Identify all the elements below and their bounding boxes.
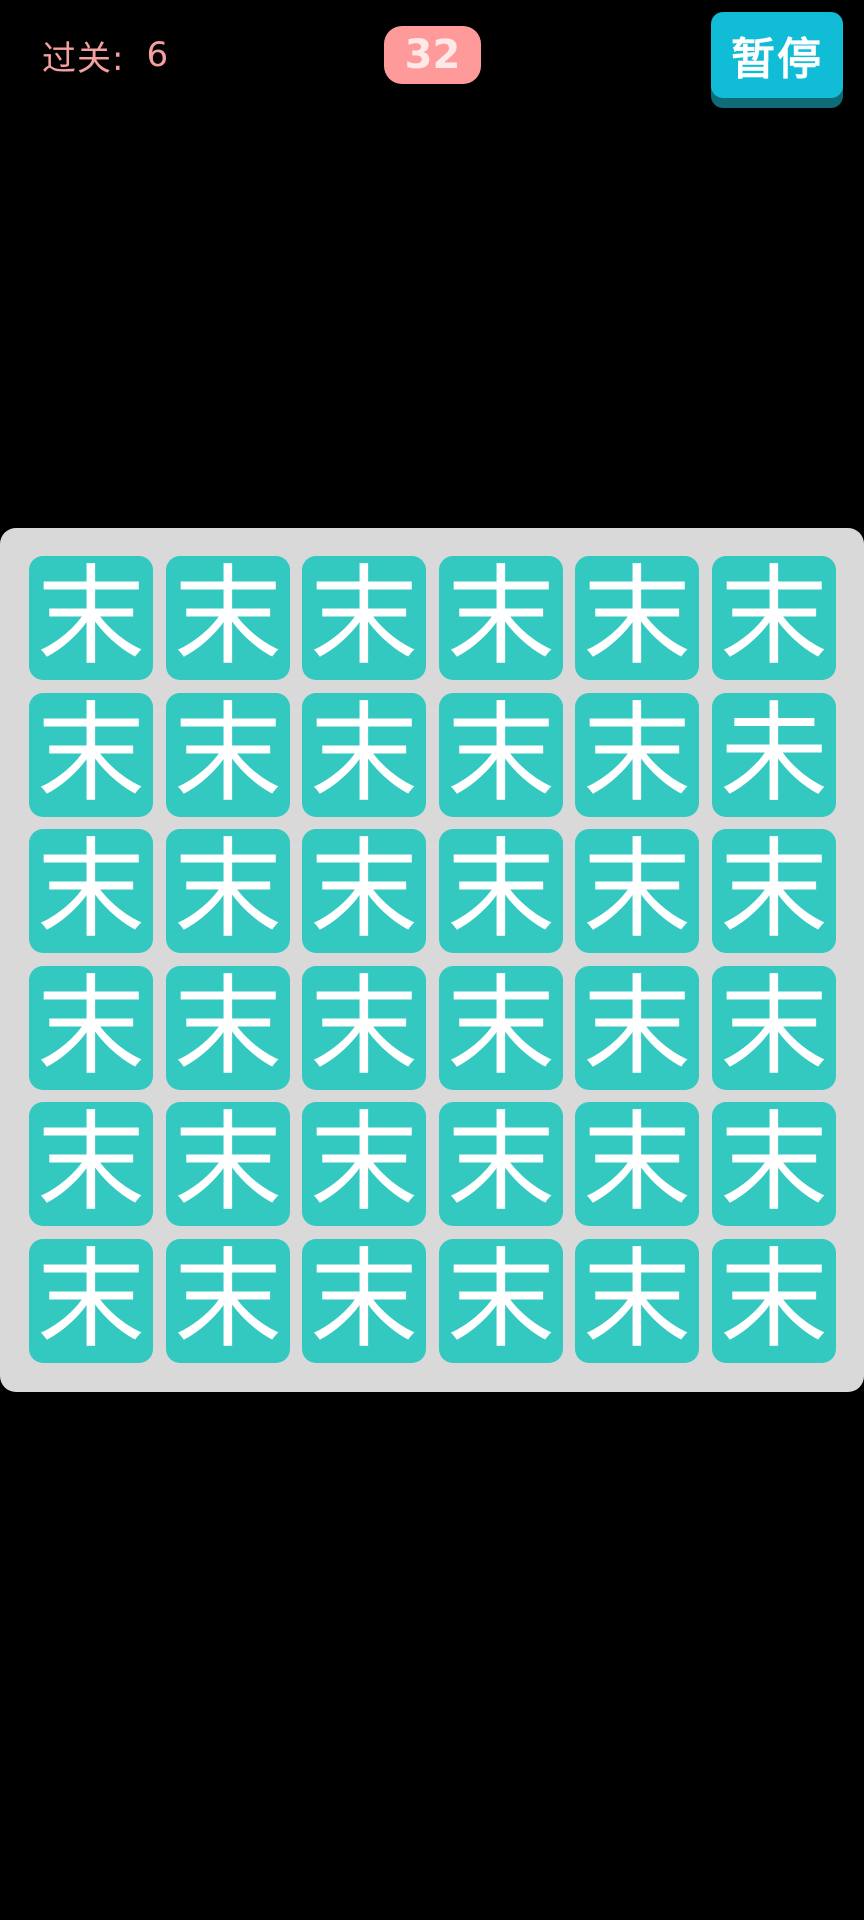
level-indicator: 过关: 6: [42, 28, 169, 82]
grid-tile[interactable]: 末: [712, 829, 836, 953]
grid-tile[interactable]: 末: [29, 1239, 153, 1363]
grid-tile[interactable]: 末: [29, 693, 153, 817]
grid-tile[interactable]: 末: [712, 966, 836, 1090]
grid-tile[interactable]: 末: [302, 556, 426, 680]
pause-button[interactable]: 暂停: [711, 12, 843, 98]
grid-tile[interactable]: 末: [166, 1102, 290, 1226]
grid-tile[interactable]: 末: [439, 1239, 563, 1363]
grid-tile[interactable]: 末: [166, 1239, 290, 1363]
grid-tile[interactable]: 末: [575, 1102, 699, 1226]
grid-tile[interactable]: 末: [575, 1239, 699, 1363]
grid-tile[interactable]: 未: [712, 693, 836, 817]
countdown-timer: 32: [384, 26, 481, 84]
grid-tile[interactable]: 末: [302, 829, 426, 953]
grid-tile[interactable]: 末: [575, 966, 699, 1090]
grid-tile[interactable]: 末: [439, 693, 563, 817]
grid-tile[interactable]: 末: [29, 829, 153, 953]
grid-tile[interactable]: 末: [712, 1102, 836, 1226]
grid-tile[interactable]: 末: [302, 966, 426, 1090]
grid-tile[interactable]: 末: [575, 829, 699, 953]
level-label: 过关:: [42, 38, 125, 79]
grid-tile[interactable]: 末: [712, 556, 836, 680]
grid-tile[interactable]: 末: [302, 1239, 426, 1363]
grid-tile[interactable]: 末: [439, 556, 563, 680]
grid-tile[interactable]: 末: [302, 1102, 426, 1226]
grid-tile[interactable]: 末: [439, 829, 563, 953]
grid-tile[interactable]: 末: [166, 556, 290, 680]
grid-tile[interactable]: 末: [166, 966, 290, 1090]
grid-tile[interactable]: 末: [439, 1102, 563, 1226]
grid-tile[interactable]: 末: [575, 693, 699, 817]
grid-tile[interactable]: 末: [302, 693, 426, 817]
grid-tile[interactable]: 末: [712, 1239, 836, 1363]
grid-tile[interactable]: 末: [29, 556, 153, 680]
grid-tile[interactable]: 末: [166, 693, 290, 817]
grid-tile[interactable]: 末: [575, 556, 699, 680]
grid-tile[interactable]: 末: [166, 829, 290, 953]
level-value: 6: [146, 35, 170, 75]
game-board: 末末末末末末末末末末末未末末末末末末末末末末末末末末末末末末末末末末末末: [0, 528, 864, 1392]
grid-tile[interactable]: 末: [29, 1102, 153, 1226]
grid-tile[interactable]: 末: [439, 966, 563, 1090]
grid-tile[interactable]: 末: [29, 966, 153, 1090]
